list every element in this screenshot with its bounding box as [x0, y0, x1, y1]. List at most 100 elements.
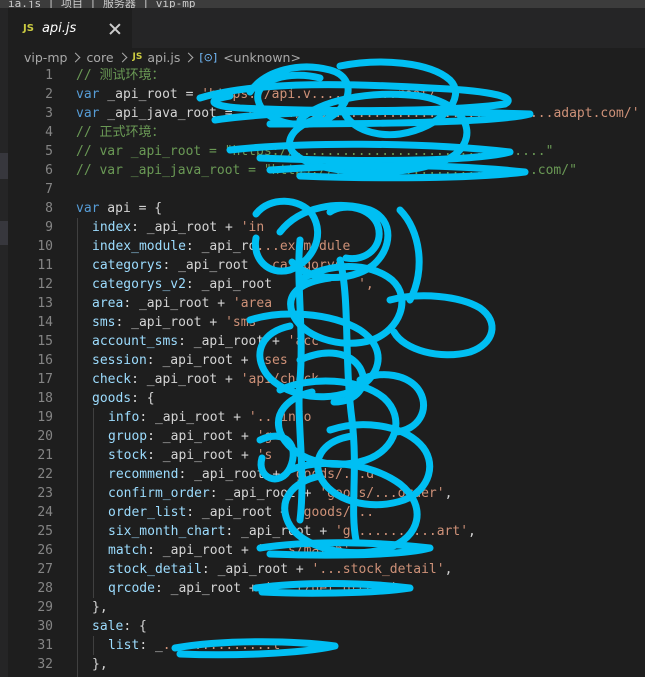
code-text: , — [468, 524, 476, 539]
line-number: 1 — [45, 68, 53, 83]
code-line-24: order_list: _api_root + 'goods/... — [108, 503, 374, 522]
code-line-15: account_sms: _api_root + 'acc — [92, 332, 319, 351]
line-number: 21 — [37, 448, 53, 463]
string-literal: ..............t' — [162, 638, 289, 653]
property-key: check — [92, 372, 132, 387]
code-text: }, — [92, 600, 108, 615]
string-literal: 'goods/...d — [288, 467, 375, 482]
property-key: confirm_order — [108, 486, 210, 501]
code-text: : { — [123, 619, 147, 634]
string-literal: 'in — [240, 220, 265, 235]
code-line-5: // var _api_root = "https://............… — [76, 142, 553, 161]
code-text: _api_root = — [99, 87, 202, 102]
code-line-22: recommend: _api_root + 'goods/...d — [108, 465, 374, 484]
code-line-32: }, — [92, 655, 108, 674]
code-text: : _api_root — [162, 258, 257, 273]
code-area[interactable]: // 测试环境： var _api_root = 'https://api.v.… — [76, 66, 645, 677]
breadcrumb-item-core[interactable]: core — [86, 50, 113, 65]
string-literal: ', — [279, 277, 374, 292]
chevron-right-icon — [183, 52, 194, 62]
code-line-12: categorys_v2: _api_root ', — [92, 275, 374, 294]
code-text: : _api_root + — [225, 524, 335, 539]
property-key: list — [108, 638, 140, 653]
string-literal: 'area — [232, 296, 273, 311]
code-line-27: stock_detail: _api_root + '...stock_deta… — [108, 560, 452, 579]
property-key: categorys — [92, 258, 163, 273]
code-line-4: // 正式环境： — [76, 123, 164, 142]
code-text: api = { — [99, 201, 163, 216]
property-key: area — [92, 296, 124, 311]
explorer-item-highlight[interactable] — [0, 153, 8, 179]
keyword: var — [76, 87, 100, 102]
code-line-31: list: _..............t' — [108, 636, 288, 655]
property-key: categorys_v2 — [92, 277, 186, 292]
string-literal: 'ses — [256, 353, 288, 368]
code-text: : _api_root + — [131, 372, 241, 387]
line-number: 6 — [45, 163, 53, 178]
code-text: : _api_root + — [131, 220, 241, 235]
line-number: 7 — [45, 182, 53, 197]
string-literal: 'g...........art' — [334, 524, 469, 539]
line-number: 2 — [45, 87, 53, 102]
line-number: 22 — [37, 467, 53, 482]
breadcrumb: vip-mp core JS api.js [⊙] <unknown> — [8, 48, 645, 66]
indent-guide — [77, 218, 78, 677]
line-number: 13 — [37, 296, 53, 311]
code-text: : _api_root + — [209, 486, 320, 501]
code-line-11: categorys: _api_root categorys — [92, 256, 342, 275]
code-line-14: sms: _api_root + 'sms' — [92, 313, 264, 332]
code-line-18: goods: { — [92, 389, 155, 408]
string-literal: '...info — [248, 410, 312, 425]
string-literal: ...ex/module — [256, 239, 351, 254]
code-text: : _api_root + — [139, 410, 249, 425]
code-text: : _api_root + — [115, 315, 226, 330]
code-line-21: stock: _api_root + 's — [108, 446, 272, 465]
explorer-item-highlight[interactable] — [0, 221, 8, 245]
keyword: var — [76, 201, 100, 216]
line-number: 19 — [37, 410, 53, 425]
tab-bar: JS api.js — [8, 8, 645, 48]
code-text: : _api_root + — [178, 467, 289, 482]
line-number: 24 — [37, 505, 53, 520]
property-key: index_module — [92, 239, 186, 254]
code-text: : _api_root + — [147, 543, 257, 558]
property-key: qrcode — [108, 581, 155, 596]
code-line-6: // var _api_java_root = "https://.......… — [76, 161, 577, 180]
line-number: 12 — [37, 277, 53, 292]
breadcrumb-item-file[interactable]: api.js — [147, 50, 180, 65]
string-literal: '...stock_detail' — [311, 562, 445, 577]
chevron-right-icon — [117, 52, 127, 62]
editor-window: ia.js | 项目 | 服务器 | vip-mp JS api.js vip-… — [0, 0, 645, 677]
string-literal: 'https://api.v...........root/' — [201, 87, 444, 102]
close-icon[interactable] — [108, 22, 122, 36]
line-number: 3 — [45, 106, 53, 121]
code-line-16: session: _api_root + 'ses — [92, 351, 288, 370]
property-key: stock_detail — [108, 562, 202, 577]
property-key: six_month_chart — [108, 524, 226, 539]
tab-label: api.js — [41, 21, 77, 36]
code-text: : _api_root + — [178, 334, 288, 349]
indent-guide — [93, 636, 94, 655]
breadcrumb-item-vip-mp[interactable]: vip-mp — [24, 50, 67, 65]
string-literal: 'goods/...order' — [319, 486, 445, 501]
explorer-strip[interactable] — [0, 8, 8, 677]
code-line-20: gruop: _api_root + 'g — [108, 427, 272, 446]
code-line-26: match: _api_root + '...s/match' — [108, 541, 351, 560]
code-editor[interactable]: 1 2 3 4 5 6 7 8 9 10 11 12 13 14 15 16 17 18 19 20 21 22 23 24 2… — [8, 66, 645, 677]
line-number: 31 — [37, 638, 53, 653]
keyword: var — [76, 106, 100, 121]
code-text: : _api_ro — [185, 239, 257, 254]
line-number: 23 — [37, 486, 53, 501]
property-key: sale — [92, 619, 124, 634]
line-number: 18 — [37, 391, 53, 406]
line-number: 14 — [37, 315, 53, 330]
line-number: 29 — [37, 600, 53, 615]
string-literal: 'g — [256, 429, 273, 444]
property-key: index — [92, 220, 132, 235]
code-line-28: qrcode: _api_root + '...l/get_qrcode' — [108, 579, 398, 598]
property-key: match — [108, 543, 148, 558]
js-file-icon: JS — [23, 23, 34, 34]
breadcrumb-item-symbol[interactable]: <unknown> — [223, 50, 301, 65]
tab-api-js[interactable]: JS api.js — [8, 8, 132, 48]
code-line-9: index: _api_root + 'in — [92, 218, 264, 237]
